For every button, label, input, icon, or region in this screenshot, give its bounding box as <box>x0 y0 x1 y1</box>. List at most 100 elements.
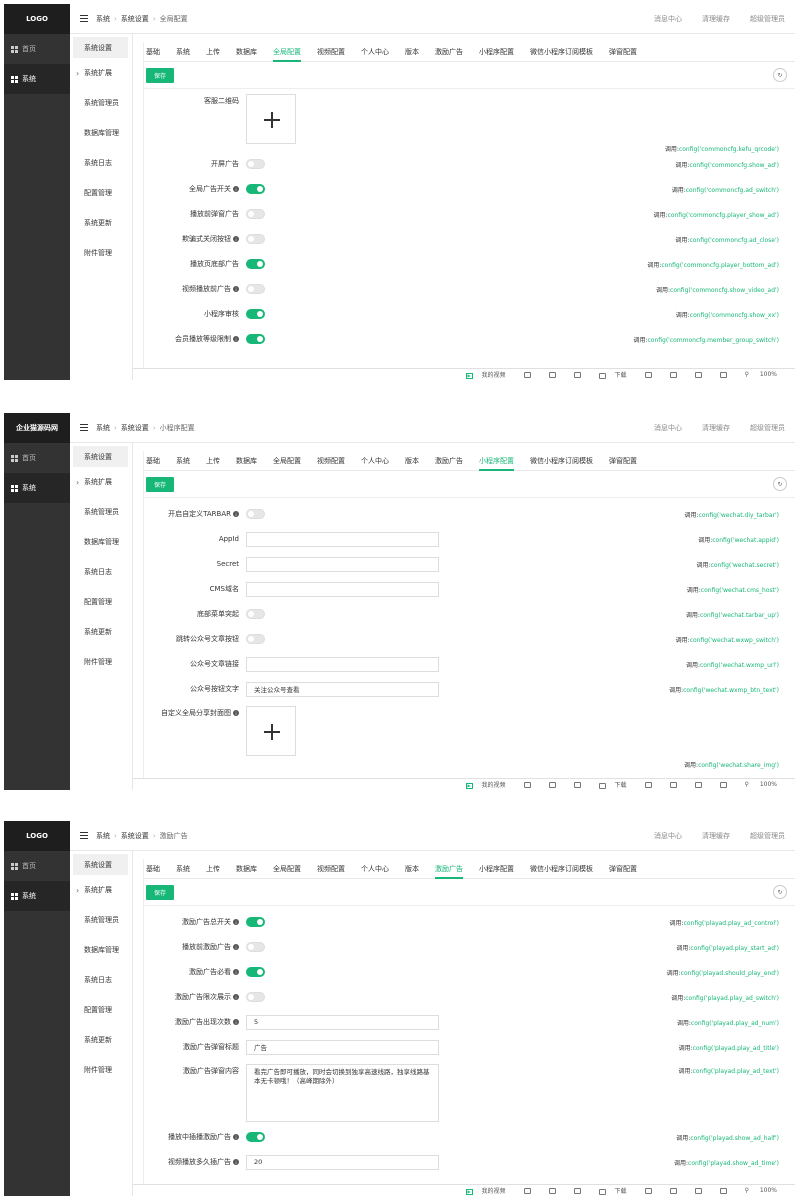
submenu-item[interactable]: › 系统扩展 <box>70 467 132 497</box>
tab-item[interactable]: 全局配置 <box>273 859 301 879</box>
refresh-icon[interactable]: ↻ <box>773 885 787 899</box>
zoom-level[interactable]: ⚲ 100% <box>745 371 786 378</box>
tab-item[interactable]: 基础 <box>146 42 160 62</box>
tab-item[interactable]: 微信小程序订阅模板 <box>530 451 593 471</box>
clear-cache-link[interactable]: 清理缓存 <box>692 14 740 24</box>
download-button[interactable]: 下载 <box>598 1186 636 1195</box>
submenu-item[interactable]: › 系统扩展 <box>70 58 132 88</box>
tab-item[interactable]: 数据库 <box>236 451 257 471</box>
tab-item[interactable]: 数据库 <box>236 42 257 62</box>
speaker-icon[interactable] <box>719 1187 736 1194</box>
info-icon[interactable]: i <box>233 710 239 716</box>
hamburger-icon[interactable] <box>80 423 88 432</box>
textarea-input[interactable]: 看完广告即可播放，同时会切换到独享高速线路，独享线路基本无卡顿哦！（高峰期除外） <box>246 1064 439 1122</box>
toggle-switch[interactable] <box>246 334 265 344</box>
submenu-item[interactable]: 系统日志 <box>70 965 132 995</box>
submenu-item[interactable]: 系统更新 <box>70 208 132 238</box>
submenu-item[interactable]: 系统管理员 <box>70 905 132 935</box>
speaker-icon[interactable] <box>719 371 736 378</box>
admin-menu[interactable]: 超级管理员 <box>740 831 795 841</box>
upload-plus-icon[interactable] <box>246 94 296 144</box>
clear-cache-link[interactable]: 清理缓存 <box>692 831 740 841</box>
toggle-switch[interactable] <box>246 234 265 244</box>
info-icon[interactable]: i <box>233 1019 239 1025</box>
tab-item[interactable]: 视频配置 <box>317 451 345 471</box>
toggle-switch[interactable] <box>246 942 265 952</box>
info-icon[interactable]: i <box>233 969 239 975</box>
speaker-icon[interactable] <box>719 781 736 788</box>
info-icon[interactable]: i <box>233 1134 239 1140</box>
toggle-switch[interactable] <box>246 159 265 169</box>
text-input[interactable] <box>246 656 439 672</box>
tab-item[interactable]: 小程序配置 <box>479 42 514 62</box>
toggle-switch[interactable] <box>246 284 265 294</box>
text-input[interactable]: 关注公众号查看 <box>246 681 439 697</box>
submenu-item[interactable]: 系统日志 <box>70 557 132 587</box>
submenu-item[interactable]: 配置管理 <box>70 995 132 1025</box>
info-icon[interactable]: i <box>233 186 239 192</box>
window-icon[interactable] <box>694 371 711 378</box>
submenu-item[interactable]: 数据库管理 <box>70 935 132 965</box>
tab-item[interactable]: 激励广告 <box>435 42 463 62</box>
sidebar-item-home[interactable]: 首页 <box>4 34 70 64</box>
refresh-icon[interactable]: ↻ <box>773 477 787 491</box>
submenu-item[interactable]: 系统管理员 <box>70 88 132 118</box>
clear-cache-link[interactable]: 清理缓存 <box>692 423 740 433</box>
tab-item[interactable]: 上传 <box>206 451 220 471</box>
tab-item[interactable]: 个人中心 <box>361 859 389 879</box>
submenu-item[interactable]: 系统更新 <box>70 1025 132 1055</box>
tab-item[interactable]: 上传 <box>206 859 220 879</box>
toggle-switch[interactable] <box>246 967 265 977</box>
toggle-switch[interactable] <box>246 309 265 319</box>
toggle-switch[interactable] <box>246 634 265 644</box>
info-icon[interactable]: i <box>233 919 239 925</box>
download-button[interactable]: 下载 <box>598 780 636 789</box>
breadcrumb-item[interactable]: 系统 <box>96 423 110 433</box>
tab-item[interactable]: 版本 <box>405 451 419 471</box>
text-input[interactable] <box>246 531 439 547</box>
toggle-switch[interactable] <box>246 917 265 927</box>
brush-icon[interactable] <box>573 371 590 378</box>
tab-item[interactable]: 小程序配置 <box>479 859 514 879</box>
tab-item[interactable]: 版本 <box>405 42 419 62</box>
submenu-item[interactable]: › 系统扩展 <box>70 875 132 905</box>
submenu-item[interactable]: 数据库管理 <box>70 527 132 557</box>
submenu-item[interactable]: 系统管理员 <box>70 497 132 527</box>
zoom-level[interactable]: ⚲ 100% <box>745 1187 786 1194</box>
screenshot-icon[interactable] <box>644 1187 661 1194</box>
screenshot-icon[interactable] <box>644 781 661 788</box>
tab-item[interactable]: 全局配置 <box>273 451 301 471</box>
text-input[interactable]: 5 <box>246 1014 439 1030</box>
tab-item[interactable]: 基础 <box>146 451 160 471</box>
hamburger-icon[interactable] <box>80 14 88 23</box>
save-button[interactable]: 保存 <box>146 476 174 492</box>
info-icon[interactable]: i <box>233 944 239 950</box>
my-video-button[interactable]: ▶ 我的视频 <box>465 1186 515 1195</box>
tab-item[interactable]: 系统 <box>176 451 190 471</box>
submenu-item[interactable]: 系统设置 <box>73 446 128 467</box>
refresh-icon[interactable]: ↻ <box>773 68 787 82</box>
text-input[interactable] <box>246 581 439 597</box>
submenu-item[interactable]: 系统设置 <box>73 854 128 875</box>
info-icon[interactable]: i <box>233 336 239 342</box>
tab-item[interactable]: 激励广告 <box>435 451 463 471</box>
smile-icon[interactable] <box>523 781 540 788</box>
sidebar-item-home[interactable]: 首页 <box>4 851 70 881</box>
breadcrumb-item[interactable]: 系统设置 <box>121 423 149 433</box>
tab-item[interactable]: 弹窗配置 <box>609 451 637 471</box>
my-video-button[interactable]: ▶ 我的视频 <box>465 370 515 379</box>
window-icon[interactable] <box>694 781 711 788</box>
tab-item[interactable]: 微信小程序订阅模板 <box>530 42 593 62</box>
my-video-button[interactable]: ▶ 我的视频 <box>465 780 515 789</box>
heart-icon[interactable] <box>548 1187 565 1194</box>
submenu-item[interactable]: 附件管理 <box>70 647 132 677</box>
tab-item[interactable]: 微信小程序订阅模板 <box>530 859 593 879</box>
window-icon[interactable] <box>694 1187 711 1194</box>
submenu-item[interactable]: 附件管理 <box>70 1055 132 1085</box>
toggle-switch[interactable] <box>246 609 265 619</box>
tab-item[interactable]: 系统 <box>176 859 190 879</box>
tab-item[interactable]: 弹窗配置 <box>609 859 637 879</box>
submenu-item[interactable]: 配置管理 <box>70 587 132 617</box>
brush-icon[interactable] <box>573 781 590 788</box>
save-button[interactable]: 保存 <box>146 67 174 83</box>
